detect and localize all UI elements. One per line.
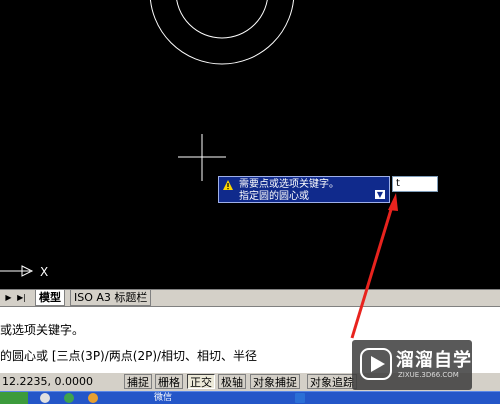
play-logo-icon [360, 348, 392, 380]
dynamic-input-field[interactable]: t [392, 176, 438, 192]
windows-taskbar: 微信 [0, 391, 500, 404]
watermark-logo: 溜溜自学 ZIXUE.3D66.COM [352, 340, 472, 390]
object-snap-toggle[interactable]: 对象捕捉 [250, 374, 300, 389]
start-button[interactable] [0, 392, 28, 404]
ortho-toggle[interactable]: 正交 [187, 374, 215, 389]
watermark-url: ZIXUE.3D66.COM [398, 371, 459, 379]
axis-x-label: X [40, 265, 48, 279]
quicklaunch-icon[interactable] [64, 393, 74, 403]
tab-iso-a3-title-block[interactable]: ISO A3 标题栏 [70, 290, 152, 306]
tab-model[interactable]: 模型 [35, 290, 65, 306]
drawing-canvas[interactable]: X 需要点或选项关键字。 指定圆的圆心或 ▼ t [0, 0, 500, 289]
grid-toggle[interactable]: 栅格 [155, 374, 183, 389]
layout-tabs-bar: ▶ ▶| 模型 ISO A3 标题栏 [0, 289, 500, 307]
ucs-axis-icon: X [0, 265, 48, 279]
object-track-toggle[interactable]: 对象追踪 [307, 374, 357, 389]
dynamic-input-tooltip: 需要点或选项关键字。 指定圆的圆心或 ▼ [218, 176, 390, 203]
quicklaunch-icon[interactable] [88, 393, 98, 403]
tooltip-line-2: 指定圆的圆心或 [239, 191, 309, 202]
polar-toggle[interactable]: 极轴 [218, 374, 246, 389]
crosshair-cursor [178, 134, 226, 181]
command-history-line: 或选项关键字。 [0, 323, 85, 337]
tooltip-line-1: 需要点或选项关键字。 [239, 179, 339, 190]
taskbar-app-icon[interactable] [295, 393, 305, 403]
quicklaunch-icon[interactable] [40, 393, 50, 403]
tab-nav-last-icon[interactable]: ▶| [15, 291, 28, 304]
watermark-name: 溜溜自学 [396, 350, 472, 371]
down-arrow-icon[interactable]: ▼ [375, 190, 385, 199]
command-prompt-line: 的圆心或 [三点(3P)/两点(2P)/相切、相切、半径 [0, 349, 258, 363]
snap-toggle[interactable]: 捕捉 [124, 374, 152, 389]
taskbar-task-wechat[interactable]: 微信 [138, 393, 172, 404]
tab-nav-prev-icon[interactable]: ▶ [2, 291, 15, 304]
coordinate-readout: 12.2235, 0.0000 [2, 375, 93, 388]
warning-icon [223, 180, 233, 190]
